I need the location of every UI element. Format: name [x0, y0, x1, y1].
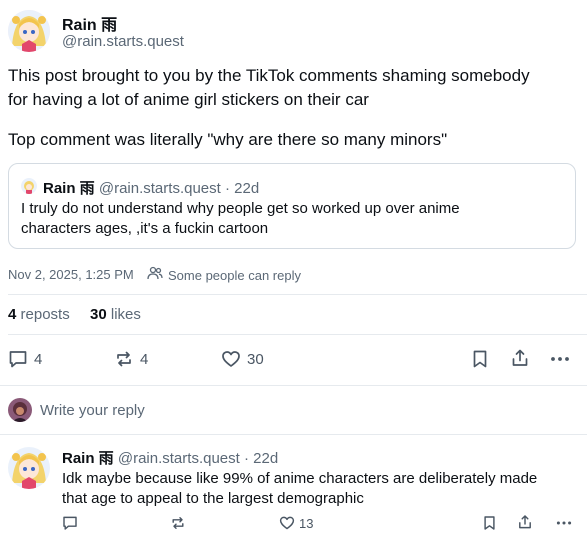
- reply-count: 4: [34, 350, 43, 368]
- likes-count: 30: [90, 306, 107, 323]
- like-count: 30: [247, 350, 264, 368]
- people-icon: [147, 266, 163, 285]
- post-text-line: for having a lot of anime girl stickers …: [8, 90, 369, 109]
- repost-icon: [114, 349, 134, 369]
- divider: [8, 334, 587, 335]
- quote-text-line: I truly do not understand why people get…: [21, 200, 460, 217]
- reposts-label: reposts: [20, 306, 70, 323]
- reply-author-avatar[interactable]: [8, 447, 50, 489]
- reply-share-button[interactable]: [517, 514, 533, 530]
- likes-stat[interactable]: 30 likes: [90, 306, 141, 323]
- reply-header: Rain 雨 @rain.starts.quest · 22d: [62, 447, 278, 468]
- author-handle[interactable]: @rain.starts.quest: [62, 33, 184, 50]
- reply-button[interactable]: 4: [8, 349, 42, 369]
- bookmark-button[interactable]: [471, 349, 489, 369]
- reply-author-name[interactable]: Rain 雨: [62, 450, 114, 467]
- repost-button[interactable]: 4: [114, 349, 148, 369]
- reposts-count: 4: [8, 306, 17, 323]
- reply-setting[interactable]: Some people can reply: [147, 266, 301, 285]
- reply-bookmark-button[interactable]: [482, 515, 497, 531]
- post-text: This post brought to you by the TikTok c…: [8, 64, 583, 152]
- quote-age: · 22d: [224, 180, 260, 197]
- divider: [0, 385, 587, 386]
- author-avatar[interactable]: [8, 10, 50, 52]
- repost-icon: [170, 515, 186, 531]
- quote-author-handle: @rain.starts.quest: [98, 180, 221, 197]
- divider: [8, 294, 587, 295]
- reply-like-count: 13: [299, 515, 314, 531]
- comment-icon: [62, 515, 78, 531]
- reposts-stat[interactable]: 4 reposts: [8, 306, 70, 323]
- quote-text-line: characters ages, ,it's a fuckin cartoon: [21, 220, 269, 237]
- divider: [0, 434, 587, 435]
- reply-text-line: Idk maybe because like 99% of anime char…: [62, 470, 538, 487]
- more-horizontal-icon: [554, 515, 574, 531]
- viewer-avatar: [8, 398, 32, 422]
- likes-label: likes: [110, 306, 141, 323]
- post-timestamp[interactable]: Nov 2, 2025, 1:25 PM: [8, 267, 134, 282]
- quote-text: I truly do not understand why people get…: [21, 199, 460, 239]
- heart-icon: [221, 349, 241, 369]
- reply-setting-label: Some people can reply: [168, 268, 301, 283]
- more-horizontal-icon: [549, 349, 571, 369]
- bookmark-icon: [471, 349, 489, 369]
- quote-author-name: Rain 雨: [43, 180, 95, 197]
- comment-icon: [8, 349, 28, 369]
- share-icon: [517, 514, 533, 530]
- share-button[interactable]: [510, 348, 530, 368]
- reply-repost-button[interactable]: [170, 515, 186, 531]
- reply-like-button[interactable]: 13: [279, 515, 313, 531]
- reply-composer-input[interactable]: Write your reply: [40, 402, 145, 419]
- author-name[interactable]: Rain 雨: [62, 11, 117, 35]
- post-text-line: This post brought to you by the TikTok c…: [8, 66, 530, 85]
- like-button[interactable]: 30: [221, 349, 264, 369]
- bookmark-icon: [482, 515, 497, 531]
- reply-text-line: that age to appeal to the largest demogr…: [62, 490, 364, 507]
- reply-age[interactable]: · 22d: [244, 450, 278, 467]
- reply-text: Idk maybe because like 99% of anime char…: [62, 469, 537, 509]
- reply-reply-button[interactable]: [62, 515, 78, 531]
- heart-icon: [279, 515, 295, 531]
- share-icon: [510, 348, 530, 368]
- quoted-post[interactable]: Rain 雨 @rain.starts.quest · 22d I truly …: [8, 163, 576, 249]
- reply-more-options-button[interactable]: [554, 515, 574, 531]
- repost-count: 4: [140, 350, 149, 368]
- reply-author-handle[interactable]: @rain.starts.quest: [118, 450, 240, 467]
- quote-author-avatar: [21, 178, 37, 194]
- more-options-button[interactable]: [549, 349, 571, 369]
- quote-header: Rain 雨 @rain.starts.quest · 22d: [43, 177, 259, 198]
- post-text-line: Top comment was literally "why are there…: [8, 130, 448, 149]
